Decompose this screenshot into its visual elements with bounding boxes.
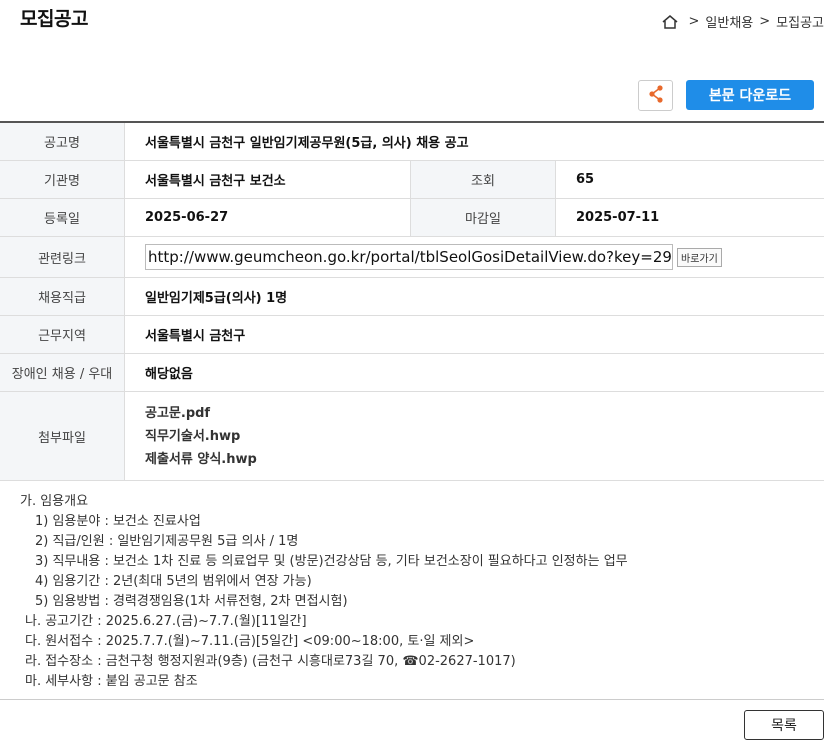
table-row: 관련링크 http://www.geumcheon.go.kr/portal/t… <box>0 236 824 278</box>
table-row: 채용직급 일반임기제5급(의사) 1명 <box>0 277 824 316</box>
disability-label: 장애인 채용 / 우대 <box>0 353 125 392</box>
info-table: 공고명 서울특별시 금천구 일반임기제공무원(5급, 의사) 채용 공고 기관명… <box>0 121 824 481</box>
announcement-body: 가. 임용개요 1) 임용분야 : 보건소 진료사업 2) 직급/인원 : 일반… <box>20 492 628 692</box>
table-row: 공고명 서울특별시 금천구 일반임기제공무원(5급, 의사) 채용 공고 <box>0 122 824 161</box>
registered-date-label: 등록일 <box>0 198 125 237</box>
table-row: 장애인 채용 / 우대 해당없음 <box>0 353 824 392</box>
work-region-label: 근무지역 <box>0 315 125 354</box>
share-button[interactable] <box>638 80 673 111</box>
body-line: 2) 직급/인원 : 일반임기제공무원 5급 의사 / 1명 <box>35 534 299 549</box>
share-icon <box>647 84 665 108</box>
body-line: 마. 세부사항 : 붙임 공고문 참조 <box>25 674 198 689</box>
body-line: 다. 원서접수 : 2025.7.7.(월)~7.11.(금)[5일간] <09… <box>25 634 475 649</box>
table-row: 등록일 2025-06-27 마감일 2025-07-11 <box>0 198 824 237</box>
notice-name-value: 서울특별시 금천구 일반임기제공무원(5급, 의사) 채용 공고 <box>124 122 824 161</box>
views-label: 조회 <box>410 160 556 199</box>
body-line: 3) 직무내용 : 보건소 1차 진료 등 의료업무 및 (방문)건강상담 등,… <box>35 554 628 569</box>
body-line: 5) 임용방법 : 경력경쟁임용(1차 서류전형, 2차 면접시험) <box>35 594 348 609</box>
organization-label: 기관명 <box>0 160 125 199</box>
body-line: 나. 공고기간 : 2025.6.27.(금)~7.7.(월)[11일간] <box>25 614 307 629</box>
notice-name-label: 공고명 <box>0 122 125 161</box>
table-row: 첨부파일 공고문.pdf 직무기술서.hwp 제출서류 양식.hwp <box>0 391 824 481</box>
related-link-label: 관련링크 <box>0 236 125 278</box>
attachments-label: 첨부파일 <box>0 391 125 481</box>
breadcrumb: > 일반채용 > 모집공고 <box>661 12 824 31</box>
breadcrumb-item-recruitment[interactable]: 모집공고 <box>776 12 824 31</box>
download-body-button[interactable]: 본문 다운로드 <box>686 80 814 110</box>
body-line: 라. 접수장소 : 금천구청 행정지원과(9층) (금천구 시흥대로73길 70… <box>25 654 516 669</box>
table-row: 기관명 서울특별시 금천구 보건소 조회 65 <box>0 160 824 199</box>
list-button[interactable]: 목록 <box>744 710 824 740</box>
body-line: 4) 임용기간 : 2년(최대 5년의 범위에서 연장 가능) <box>35 574 312 589</box>
disability-value: 해당없음 <box>124 353 824 392</box>
go-link-button[interactable]: 바로가기 <box>677 247 722 267</box>
position-value: 일반임기제5급(의사) 1명 <box>124 277 824 316</box>
deadline-label: 마감일 <box>410 198 556 237</box>
organization-value: 서울특별시 금천구 보건소 <box>124 160 411 199</box>
divider <box>0 699 824 700</box>
body-line: 1) 임용분야 : 보건소 진료사업 <box>35 514 201 529</box>
attachment-link[interactable]: 공고문.pdf <box>145 402 824 425</box>
attachment-link[interactable]: 제출서류 양식.hwp <box>145 448 824 471</box>
table-row: 근무지역 서울특별시 금천구 <box>0 315 824 354</box>
breadcrumb-separator: > <box>759 14 771 29</box>
attachments-list: 공고문.pdf 직무기술서.hwp 제출서류 양식.hwp <box>124 391 824 481</box>
views-value: 65 <box>555 160 824 199</box>
attachment-link[interactable]: 직무기술서.hwp <box>145 425 824 448</box>
breadcrumb-separator: > <box>688 14 700 29</box>
related-link-field[interactable]: http://www.geumcheon.go.kr/portal/tblSeo… <box>145 244 673 270</box>
page-title: 모집공고 <box>20 8 88 30</box>
body-line: 가. 임용개요 <box>20 494 89 509</box>
registered-date-value: 2025-06-27 <box>124 198 411 237</box>
breadcrumb-item-general-hiring[interactable]: 일반채용 <box>705 12 753 31</box>
deadline-value: 2025-07-11 <box>555 198 824 237</box>
position-label: 채용직급 <box>0 277 125 316</box>
work-region-value: 서울특별시 금천구 <box>124 315 824 354</box>
related-link-cell: http://www.geumcheon.go.kr/portal/tblSeo… <box>124 236 824 278</box>
home-icon[interactable] <box>661 14 679 30</box>
